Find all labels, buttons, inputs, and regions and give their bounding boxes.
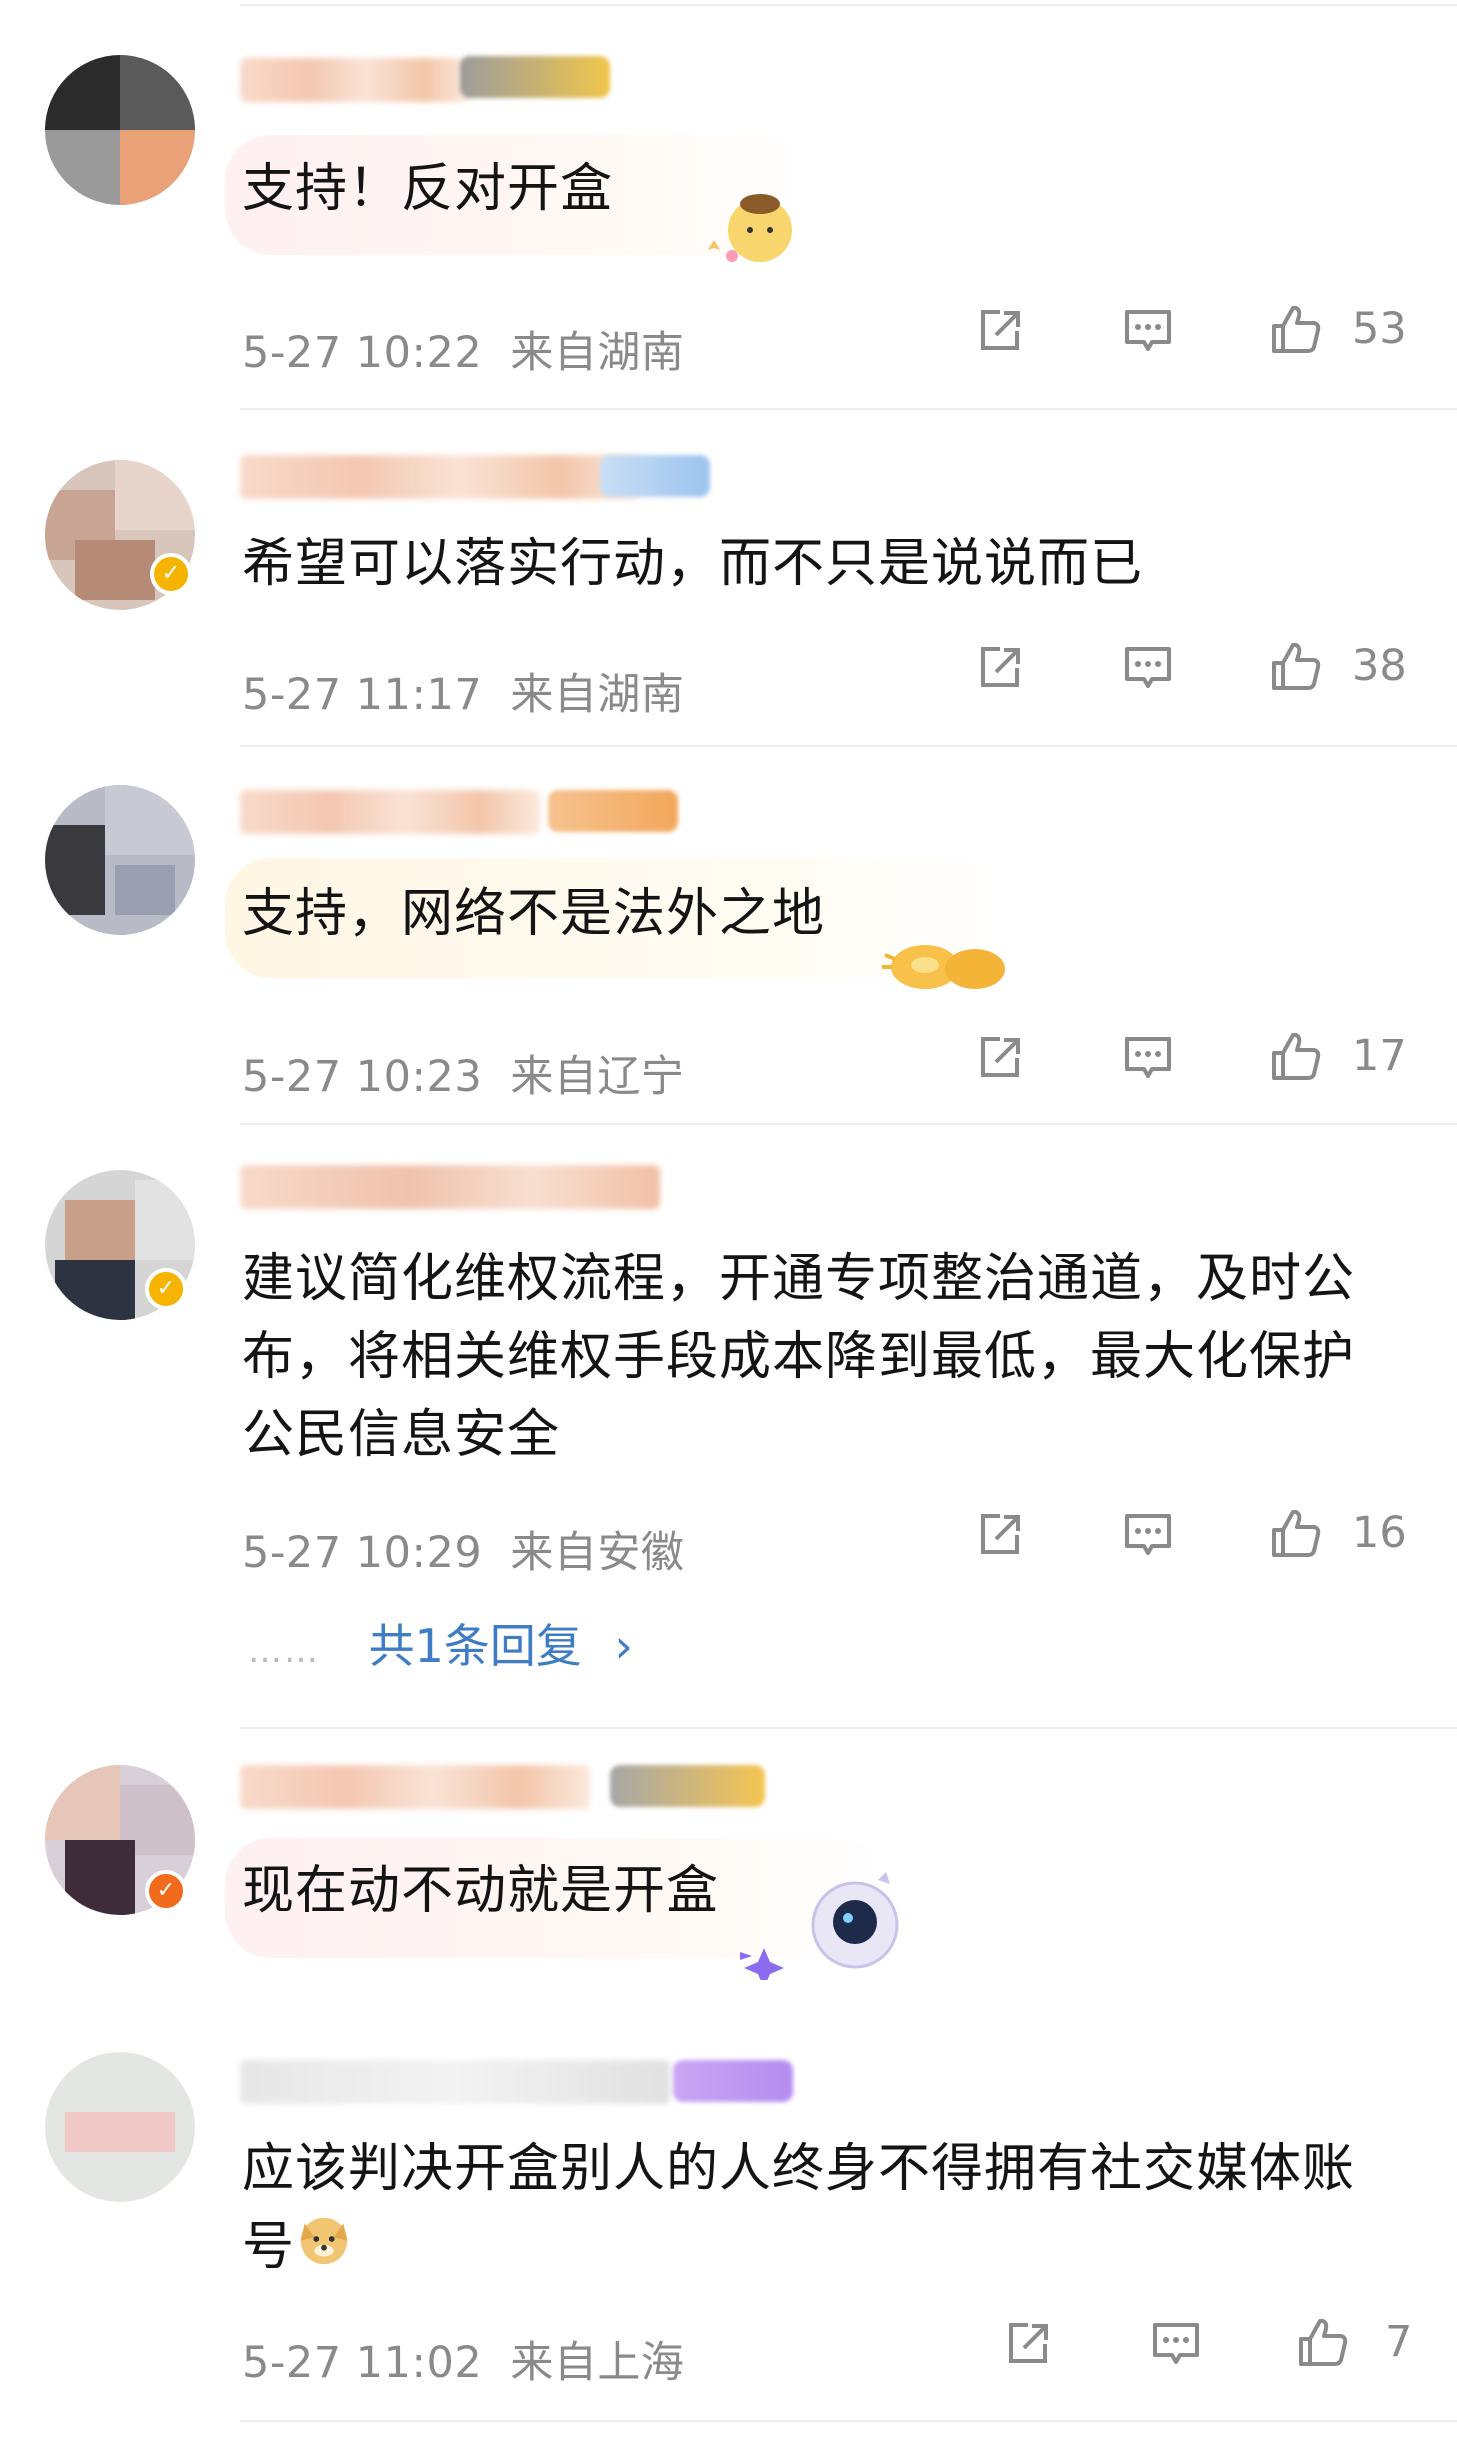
- verified-badge-icon: ✓: [145, 1870, 187, 1912]
- comment-time: 5-27 11:17: [242, 670, 483, 720]
- share-icon[interactable]: [1000, 2316, 1056, 2372]
- avatar[interactable]: [45, 2052, 195, 2202]
- username-blurred[interactable]: [240, 455, 640, 499]
- thumbs-up-icon[interactable]: [1295, 2314, 1351, 2370]
- comment-location: 来自上海: [510, 2338, 685, 2388]
- share-icon[interactable]: [972, 640, 1028, 696]
- reply-dots: ……: [248, 1631, 320, 1671]
- user-badge: [460, 56, 610, 98]
- avatar[interactable]: [45, 55, 195, 205]
- divider: [240, 1727, 1457, 1729]
- like-count: 53: [1352, 304, 1407, 354]
- comment-icon[interactable]: [1120, 1030, 1176, 1086]
- divider: [240, 4, 1457, 6]
- comment-text: 希望可以落实行动，而不只是说说而已: [242, 534, 1144, 594]
- comment-text-body: 应该判决开盒别人的人终身不得拥有社交媒体账号: [242, 2139, 1356, 2277]
- replies-count[interactable]: 共1条回复: [369, 1619, 582, 1673]
- comment-meta: 5-27 10:22 来自湖南: [242, 318, 684, 380]
- doge-emoji-icon: [295, 2210, 353, 2290]
- comment-time: 5-27 10:29: [242, 1528, 483, 1578]
- comment-text: 支持，网络不是法外之地: [242, 884, 826, 944]
- user-badge: [673, 2060, 793, 2102]
- comment-icon[interactable]: [1120, 303, 1176, 359]
- like-count: 38: [1352, 641, 1407, 691]
- comment-time: 5-27 10:23: [242, 1052, 483, 1102]
- comment-location: 来自湖南: [510, 670, 685, 720]
- username-blurred[interactable]: [240, 790, 540, 834]
- share-icon[interactable]: [972, 1507, 1028, 1563]
- comment-icon[interactable]: [1148, 2316, 1204, 2372]
- comment-location: 来自安徽: [510, 1528, 685, 1578]
- divider: [240, 408, 1457, 410]
- divider: [240, 2420, 1457, 2422]
- share-icon[interactable]: [972, 1030, 1028, 1086]
- comment-meta: 5-27 11:17 来自湖南: [242, 660, 684, 722]
- username-blurred[interactable]: [240, 58, 470, 102]
- username-blurred[interactable]: [240, 1165, 660, 1209]
- comment-time: 5-27 10:22: [242, 328, 483, 378]
- like-count: 17: [1352, 1031, 1407, 1081]
- chevron-right-icon: ›: [614, 1619, 633, 1673]
- divider: [240, 1123, 1457, 1125]
- comment-text: 建议简化维权流程，开通专项整治通道，及时公布，将相关维权手段成本降到最低，最大化…: [242, 1249, 1356, 1465]
- verified-badge-icon: ✓: [150, 553, 192, 595]
- thumbs-up-icon[interactable]: [1268, 638, 1324, 694]
- divider: [240, 745, 1457, 747]
- share-icon[interactable]: [972, 303, 1028, 359]
- thumbs-up-icon[interactable]: [1268, 1028, 1324, 1084]
- comment-location: 来自辽宁: [510, 1052, 685, 1102]
- sticker-gold-coins: [880, 925, 1030, 995]
- comment-time: 5-27 11:02: [242, 2338, 483, 2388]
- comment-meta: 5-27 10:29 来自安徽: [242, 1518, 684, 1580]
- like-count: 16: [1352, 1508, 1407, 1558]
- like-count: 7: [1385, 2317, 1413, 2367]
- comment-meta: 5-27 11:02 来自上海: [242, 2328, 684, 2390]
- username-blurred[interactable]: [240, 1765, 590, 1809]
- sticker-pompompurin: [700, 180, 810, 270]
- username-blurred[interactable]: [240, 2060, 670, 2104]
- avatar[interactable]: [45, 785, 195, 935]
- thumbs-up-icon[interactable]: [1268, 1505, 1324, 1561]
- user-badge: [548, 790, 678, 832]
- view-replies-link[interactable]: …… 共1条回复 ›: [248, 1610, 633, 1676]
- comment-icon[interactable]: [1120, 1507, 1176, 1563]
- user-badge: [600, 455, 710, 497]
- comment-icon[interactable]: [1120, 640, 1176, 696]
- verified-badge-icon: ✓: [145, 1268, 187, 1310]
- comment-meta: 5-27 10:23 来自辽宁: [242, 1042, 684, 1104]
- user-badge: [610, 1765, 765, 1807]
- sticker-astronaut: [730, 1870, 910, 1988]
- comment-location: 来自湖南: [510, 328, 685, 378]
- comment-text: 应该判决开盒别人的人终身不得拥有社交媒体账号: [242, 2130, 1357, 2290]
- thumbs-up-icon[interactable]: [1268, 301, 1324, 357]
